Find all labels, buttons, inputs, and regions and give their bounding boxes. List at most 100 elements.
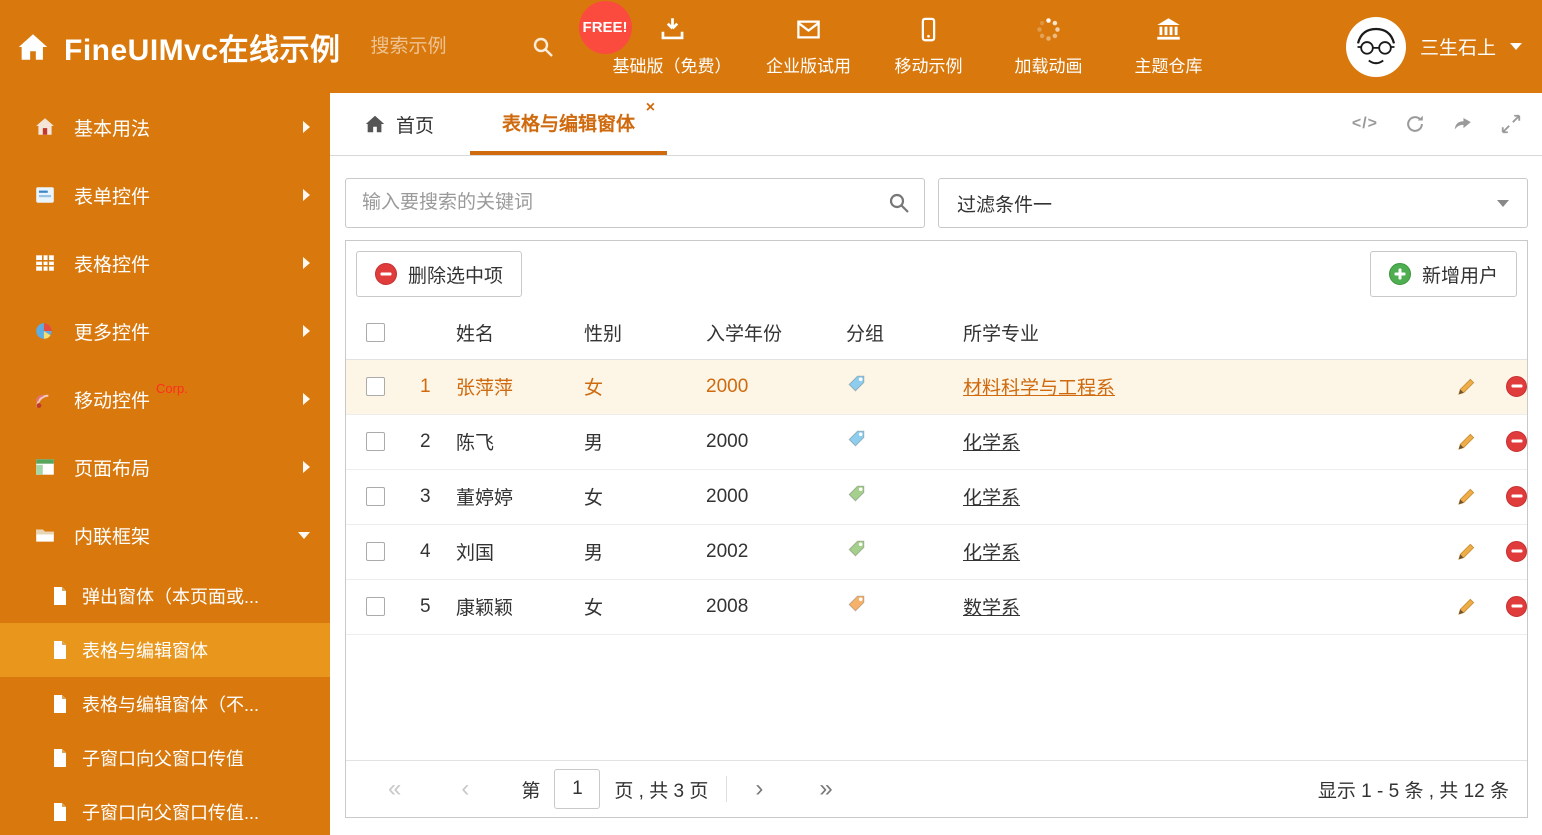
cell-name: 刘国 xyxy=(456,524,584,580)
table-icon xyxy=(34,252,56,274)
tab-bar: 首页 表格与编辑窗体 × </> xyxy=(330,93,1542,156)
cell-year: 2008 xyxy=(706,579,846,635)
next-page-button[interactable]: › xyxy=(755,777,763,801)
nav-item-enterprise-trial[interactable]: 企业版试用 xyxy=(766,0,852,93)
refresh-icon[interactable] xyxy=(1404,113,1426,135)
sidebar-submenu: 弹出窗体（本页面或... 表格与编辑窗体 表格与编辑窗体（不... 子窗口向父窗… xyxy=(0,569,330,835)
tag-icon xyxy=(846,483,867,504)
last-page-button[interactable]: » xyxy=(819,777,832,801)
cell-year: 2000 xyxy=(706,414,846,470)
tag-icon xyxy=(846,593,867,614)
content-area: 过滤条件一 删除选中项 新增用户 xyxy=(330,156,1542,818)
edit-icon[interactable] xyxy=(1456,376,1477,397)
major-link[interactable]: 化学系 xyxy=(963,433,1020,454)
row-checkbox[interactable] xyxy=(366,431,385,451)
tab-active[interactable]: 表格与编辑窗体 × xyxy=(470,93,668,155)
row-checkbox[interactable] xyxy=(366,541,385,561)
user-name: 三生石上 xyxy=(1419,38,1496,59)
sidebar-subitem-child-to-parent-2[interactable]: 子窗口向父窗口传值... xyxy=(0,785,330,835)
search-icon[interactable] xyxy=(531,35,555,59)
cell-gender: 男 xyxy=(584,414,706,470)
delete-selected-button[interactable]: 删除选中项 xyxy=(356,251,523,297)
page-label-suffix: 页 , 共 3 页 xyxy=(614,780,709,802)
user-menu[interactable]: 三生石上 xyxy=(1345,16,1522,77)
page-number-input[interactable] xyxy=(554,769,601,809)
nav-item-theme-store[interactable]: 主题仓库 xyxy=(1126,0,1212,93)
sidebar-item-form-controls[interactable]: 表单控件 xyxy=(0,161,330,229)
sidebar-item-more-controls[interactable]: 更多控件 xyxy=(0,297,330,365)
nav-item-mobile-demo[interactable]: 移动示例 xyxy=(886,0,972,93)
row-index: 5 xyxy=(404,579,456,635)
tab-home[interactable]: 首页 xyxy=(344,93,454,155)
edit-icon[interactable] xyxy=(1456,596,1477,617)
form-icon xyxy=(34,184,56,206)
add-user-button[interactable]: 新增用户 xyxy=(1369,251,1517,297)
sidebar-subitem-grid-edit-window-2[interactable]: 表格与编辑窗体（不... xyxy=(0,677,330,731)
delete-icon[interactable] xyxy=(1506,540,1527,562)
delete-icon[interactable] xyxy=(1506,595,1527,617)
folder-icon xyxy=(34,524,56,546)
header-search-input[interactable] xyxy=(370,35,521,58)
row-checkbox[interactable] xyxy=(366,376,385,396)
chevron-right-icon xyxy=(303,393,310,405)
delete-icon[interactable] xyxy=(1506,375,1527,397)
app-title: FineUIMvc在线示例 xyxy=(64,33,341,67)
spinner-icon xyxy=(1035,16,1062,43)
data-table: 姓名 性别 入学年份 分组 所学专业 1 张萍萍 女 2000 材料科学与工程系… xyxy=(346,307,1527,635)
row-index: 2 xyxy=(404,414,456,470)
chevron-right-icon xyxy=(303,189,310,201)
first-page-button[interactable]: « xyxy=(388,777,401,801)
cell-year: 2000 xyxy=(706,469,846,525)
major-link[interactable]: 化学系 xyxy=(963,543,1020,564)
cell-name: 陈飞 xyxy=(456,414,584,470)
file-icon xyxy=(52,802,68,822)
sidebar-item-page-layout[interactable]: 页面布局 xyxy=(0,433,330,501)
mobile-signal-icon xyxy=(34,388,56,410)
row-index: 1 xyxy=(404,359,456,415)
delete-selected-label: 删除选中项 xyxy=(408,265,504,287)
filter-dropdown[interactable]: 过滤条件一 xyxy=(938,178,1528,228)
sidebar-item-mobile-controls[interactable]: 移动控件 Corp. xyxy=(0,365,330,433)
major-link[interactable]: 材料科学与工程系 xyxy=(963,378,1115,399)
table-row[interactable]: 4 刘国 男 2002 化学系 xyxy=(346,524,1527,580)
sidebar-item-basic-usage[interactable]: 基本用法 xyxy=(0,93,330,161)
row-checkbox[interactable] xyxy=(366,486,385,506)
sidebar-subitem-popup-window[interactable]: 弹出窗体（本页面或... xyxy=(0,569,330,623)
search-icon[interactable] xyxy=(887,191,911,215)
delete-icon[interactable] xyxy=(1506,430,1527,452)
code-icon[interactable]: </> xyxy=(1352,115,1378,133)
chevron-right-icon xyxy=(303,325,310,337)
keyword-search-input[interactable] xyxy=(345,178,925,228)
header-search xyxy=(370,35,555,59)
keyword-search xyxy=(345,178,925,228)
sidebar-item-grid-controls[interactable]: 表格控件 xyxy=(0,229,330,297)
edit-icon[interactable] xyxy=(1456,541,1477,562)
table-row[interactable]: 3 董婷婷 女 2000 化学系 xyxy=(346,469,1527,525)
sidebar-subitem-child-to-parent[interactable]: 子窗口向父窗口传值 xyxy=(0,731,330,785)
sidebar-item-iframe[interactable]: 内联框架 xyxy=(0,501,330,569)
row-checkbox[interactable] xyxy=(366,596,385,616)
expand-icon[interactable] xyxy=(1500,113,1522,135)
edit-icon[interactable] xyxy=(1456,431,1477,452)
nav-item-basic-edition[interactable]: FREE! 基础版（免费） xyxy=(578,0,732,93)
table-row[interactable]: 5 康颖颖 女 2008 数学系 xyxy=(346,579,1527,635)
major-link[interactable]: 数学系 xyxy=(963,598,1020,619)
nav-item-loading-animation[interactable]: 加载动画 xyxy=(1006,0,1092,93)
prev-page-button[interactable]: ‹ xyxy=(461,777,469,801)
delete-icon[interactable] xyxy=(1506,485,1527,507)
edit-icon[interactable] xyxy=(1456,486,1477,507)
column-index xyxy=(404,307,456,360)
add-user-label: 新增用户 xyxy=(1421,265,1498,287)
nav-label: 加载动画 xyxy=(1014,57,1083,76)
major-link[interactable]: 化学系 xyxy=(963,488,1020,509)
home-logo-icon[interactable] xyxy=(16,30,50,64)
close-icon[interactable]: × xyxy=(646,100,655,116)
column-name: 姓名 xyxy=(456,307,584,360)
forward-icon[interactable] xyxy=(1452,113,1474,135)
select-all-checkbox[interactable] xyxy=(366,323,385,343)
corp-badge: Corp. xyxy=(156,381,188,396)
avatar[interactable] xyxy=(1345,16,1406,77)
table-row[interactable]: 1 张萍萍 女 2000 材料科学与工程系 xyxy=(346,359,1527,415)
table-row[interactable]: 2 陈飞 男 2000 化学系 xyxy=(346,414,1527,470)
sidebar-subitem-grid-edit-window[interactable]: 表格与编辑窗体 xyxy=(0,623,330,677)
